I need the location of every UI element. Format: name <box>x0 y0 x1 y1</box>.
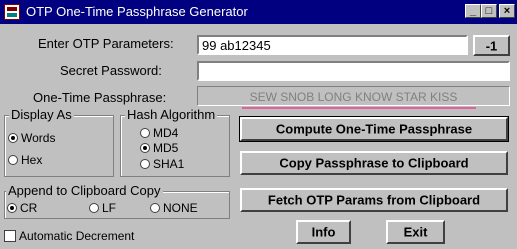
radio-unselected-icon <box>150 203 160 213</box>
display-words-label: Words <box>21 131 56 145</box>
append-lf-radio[interactable]: LF <box>89 201 116 215</box>
hash-algorithm-title: Hash Algorithm <box>125 107 218 122</box>
display-as-title: Display As <box>9 107 74 122</box>
hash-md4-label: MD4 <box>153 126 179 140</box>
passphrase-value: SEW SNOB LONG KNOW STAR KISS <box>249 90 458 104</box>
display-hex-radio[interactable]: Hex <box>8 153 42 167</box>
radio-selected-icon <box>140 143 150 153</box>
otp-params-field[interactable] <box>197 35 468 55</box>
decrement-button-label: -1 <box>485 38 498 53</box>
app-icon[interactable] <box>4 4 20 20</box>
radio-unselected-icon <box>140 128 150 138</box>
compute-passphrase-label: Compute One-Time Passphrase <box>275 121 473 137</box>
maximize-button[interactable]: □ <box>481 4 497 18</box>
fetch-params-button[interactable]: Fetch OTP Params from Clipboard <box>240 188 508 212</box>
radio-unselected-icon <box>89 203 99 213</box>
fetch-params-label: Fetch OTP Params from Clipboard <box>267 192 481 208</box>
close-icon: × <box>503 5 511 17</box>
otp-generator-window: OTP One-Time Passphrase Generator _ □ × … <box>0 0 517 249</box>
append-none-label: NONE <box>163 201 198 215</box>
hash-sha1-radio[interactable]: SHA1 <box>140 157 184 171</box>
secret-password-input[interactable] <box>199 63 508 79</box>
info-button[interactable]: Info <box>296 220 351 244</box>
minimize-icon: _ <box>469 5 477 17</box>
copy-passphrase-label: Copy Passphrase to Clipboard <box>279 155 469 171</box>
append-clipboard-group: Append to Clipboard Copy CR LF NONE <box>4 183 230 219</box>
passphrase-output[interactable]: SEW SNOB LONG KNOW STAR KISS <box>197 86 510 109</box>
title-bar[interactable]: OTP One-Time Passphrase Generator _ □ × <box>0 0 517 24</box>
display-as-group: Display As Words Hex <box>4 107 114 177</box>
append-none-radio[interactable]: NONE <box>150 201 198 215</box>
append-clipboard-title: Append to Clipboard Copy <box>6 183 163 198</box>
display-hex-label: Hex <box>21 153 43 167</box>
automatic-decrement-label: Automatic Decrement <box>19 229 135 243</box>
radio-selected-icon <box>7 203 17 213</box>
passphrase-label: One-Time Passphrase: <box>33 90 167 105</box>
decrement-button[interactable]: -1 <box>473 35 510 56</box>
radio-unselected-icon <box>140 159 150 169</box>
window-title: OTP One-Time Passphrase Generator <box>26 4 248 19</box>
copy-passphrase-button[interactable]: Copy Passphrase to Clipboard <box>240 151 508 175</box>
exit-button[interactable]: Exit <box>386 220 445 244</box>
compute-passphrase-button[interactable]: Compute One-Time Passphrase <box>239 116 509 142</box>
append-cr-label: CR <box>20 201 38 215</box>
hash-sha1-label: SHA1 <box>153 157 185 171</box>
spellcheck-underline <box>242 107 476 109</box>
automatic-decrement-checkbox[interactable]: Automatic Decrement <box>4 229 134 243</box>
otp-params-label: Enter OTP Parameters: <box>38 36 174 51</box>
secret-password-label: Secret Password: <box>60 63 162 78</box>
append-cr-radio[interactable]: CR <box>7 201 37 215</box>
otp-params-input[interactable] <box>199 37 466 53</box>
exit-button-label: Exit <box>403 224 428 240</box>
radio-unselected-icon <box>8 155 18 165</box>
close-button[interactable]: × <box>499 4 515 18</box>
hash-algorithm-group: Hash Algorithm MD4 MD5 SHA1 <box>120 107 230 177</box>
hash-md4-radio[interactable]: MD4 <box>140 126 178 140</box>
radio-selected-icon <box>8 133 18 143</box>
hash-md5-radio[interactable]: MD5 <box>140 141 178 155</box>
display-words-radio[interactable]: Words <box>8 131 55 145</box>
checkbox-icon <box>4 230 16 242</box>
info-button-label: Info <box>311 224 336 240</box>
secret-password-field[interactable] <box>197 61 510 81</box>
maximize-icon: □ <box>485 5 493 17</box>
hash-md5-label: MD5 <box>153 141 179 155</box>
append-lf-label: LF <box>102 201 117 215</box>
minimize-button[interactable]: _ <box>465 4 481 18</box>
